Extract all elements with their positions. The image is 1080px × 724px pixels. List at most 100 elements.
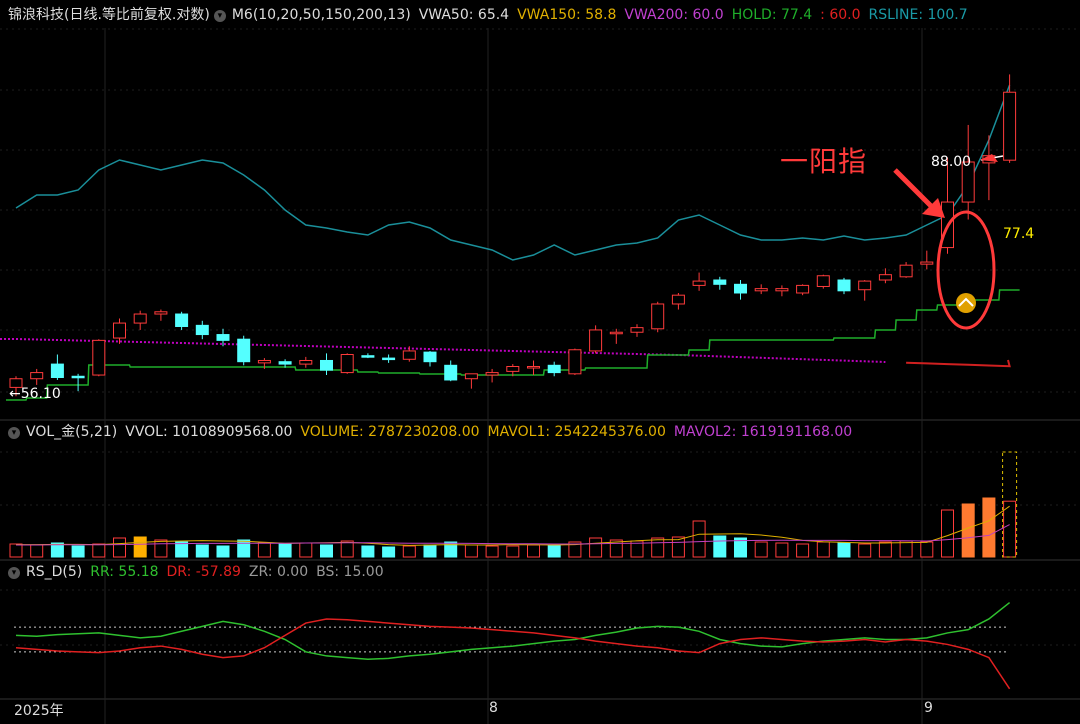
volume-bar xyxy=(257,542,271,558)
candle-body xyxy=(816,275,830,287)
volume-bar xyxy=(320,544,333,558)
candle-body xyxy=(113,322,126,339)
candle-body xyxy=(506,366,520,372)
volume-label: VOLUME: 2787230208.00 xyxy=(300,424,480,440)
annotation-arrow-icon xyxy=(893,168,937,212)
candle-body xyxy=(609,331,623,335)
yiyangzhi-annotation: 一阳指 xyxy=(780,145,868,178)
vvol-label: VVOL: 10108909568.00 xyxy=(125,424,293,440)
vwa150-label: VWA150: 58.8 xyxy=(517,7,617,23)
volume-bar xyxy=(796,543,810,558)
rsline-label: RSLINE: 100.7 xyxy=(868,7,968,23)
volume-bar xyxy=(237,539,251,558)
stock-title: 锦浪科技(日线.等比前复权.对数) xyxy=(8,7,210,23)
volume-bar xyxy=(775,542,789,558)
collapse-icon[interactable]: ▾ xyxy=(8,427,20,439)
candle-body xyxy=(237,338,251,363)
candle-body xyxy=(154,311,168,315)
candle-body xyxy=(299,359,313,365)
candle-body xyxy=(858,280,872,291)
high-price-label: 88.00 xyxy=(931,154,972,170)
candle-body xyxy=(195,324,209,336)
candle-body xyxy=(878,274,892,281)
rr-label: RR: 55.18 xyxy=(90,564,159,580)
dr-series xyxy=(15,618,1011,690)
candle-body xyxy=(837,279,851,292)
candle-body xyxy=(216,334,230,341)
x-label-sep: 9 xyxy=(924,700,933,716)
vwa200-label: VWA200: 60.0 xyxy=(624,7,724,23)
volume-bar xyxy=(9,543,23,558)
candle-body xyxy=(547,364,561,374)
candle-body xyxy=(320,359,333,371)
vwa50-label: VWA50: 65.4 xyxy=(418,7,510,23)
candle-body xyxy=(651,303,665,330)
x-label-aug: 8 xyxy=(489,700,498,716)
candle-body xyxy=(671,294,685,305)
volume-bar xyxy=(547,544,561,558)
candle-body xyxy=(630,327,644,333)
volume-bar xyxy=(154,539,168,558)
candle-body xyxy=(1003,91,1017,161)
volume-bar xyxy=(713,535,727,558)
volume-bar xyxy=(837,542,851,558)
volume-bar xyxy=(899,540,913,558)
hold-price-label: 77.4 xyxy=(1003,226,1035,242)
volume-bar xyxy=(858,543,872,558)
hold2-label: : 60.0 xyxy=(820,7,861,23)
volume-bar xyxy=(216,545,230,558)
hold-label: HOLD: 77.4 xyxy=(731,7,813,23)
volume-header: ▾ VOL_金(5,21) VVOL: 10108909568.00 VOLUME: … xyxy=(8,423,860,441)
volume-bar xyxy=(423,544,437,558)
candle-body xyxy=(402,350,416,360)
candle-body xyxy=(568,349,582,375)
volume-bar xyxy=(464,544,478,558)
candle-body xyxy=(692,280,706,286)
candle-body xyxy=(340,354,354,374)
candle-body xyxy=(899,264,913,278)
candle-body xyxy=(796,284,810,294)
candle-body xyxy=(257,359,271,364)
volume-bar xyxy=(340,540,354,558)
candle-body xyxy=(361,355,375,358)
candle-body xyxy=(133,313,147,324)
zr-label: ZR: 0.00 xyxy=(248,564,309,580)
vol-title: VOL_金(5,21) xyxy=(26,424,118,440)
x-label-year: 2025年 xyxy=(14,703,64,719)
volume-bar xyxy=(195,544,209,558)
candle-body xyxy=(485,372,499,376)
candle-body xyxy=(278,361,292,365)
volume-bar xyxy=(589,537,603,558)
stock-chart xyxy=(0,28,1080,724)
candle-body xyxy=(734,283,747,294)
candle-body xyxy=(464,373,478,380)
candle-body xyxy=(382,357,396,361)
mavol1-label: MAVOL1: 2542245376.00 xyxy=(487,424,666,440)
candle-body xyxy=(50,363,64,378)
vwa200-series xyxy=(0,338,886,363)
candle-body xyxy=(589,329,603,352)
main-chart-header: 锦浪科技(日线.等比前复权.对数) ▾ M6(10,20,50,150,200,13… xyxy=(0,6,976,24)
candle-body xyxy=(71,375,85,379)
volume-bar xyxy=(278,543,292,558)
volume-bar xyxy=(941,509,954,558)
volume-bar xyxy=(878,541,892,558)
ma-label: M6(10,20,50,150,200,13) xyxy=(231,7,411,23)
collapse-icon[interactable]: ▾ xyxy=(213,10,226,22)
collapse-icon[interactable]: ▾ xyxy=(8,567,20,579)
mavol2-label: MAVOL2: 1619191168.00 xyxy=(673,424,853,440)
rs-header: ▾ RS_D(5) RR: 55.18 DR: -57.89 ZR: 0.00 BS: 1… xyxy=(8,563,392,581)
volume-bar xyxy=(692,520,706,558)
rs-title: RS_D(5) xyxy=(26,564,83,580)
volume-bar xyxy=(382,546,396,558)
volume-bar xyxy=(982,497,996,558)
candle-body xyxy=(30,372,44,380)
volume-bar xyxy=(920,541,934,558)
volume-bar xyxy=(961,503,975,558)
dr-label: DR: -57.89 xyxy=(166,564,241,580)
volume-bar xyxy=(485,545,499,558)
buy-signal-icon xyxy=(956,293,976,313)
candle-body xyxy=(527,366,540,369)
volume-bar xyxy=(71,545,85,558)
candle-body xyxy=(444,364,458,381)
